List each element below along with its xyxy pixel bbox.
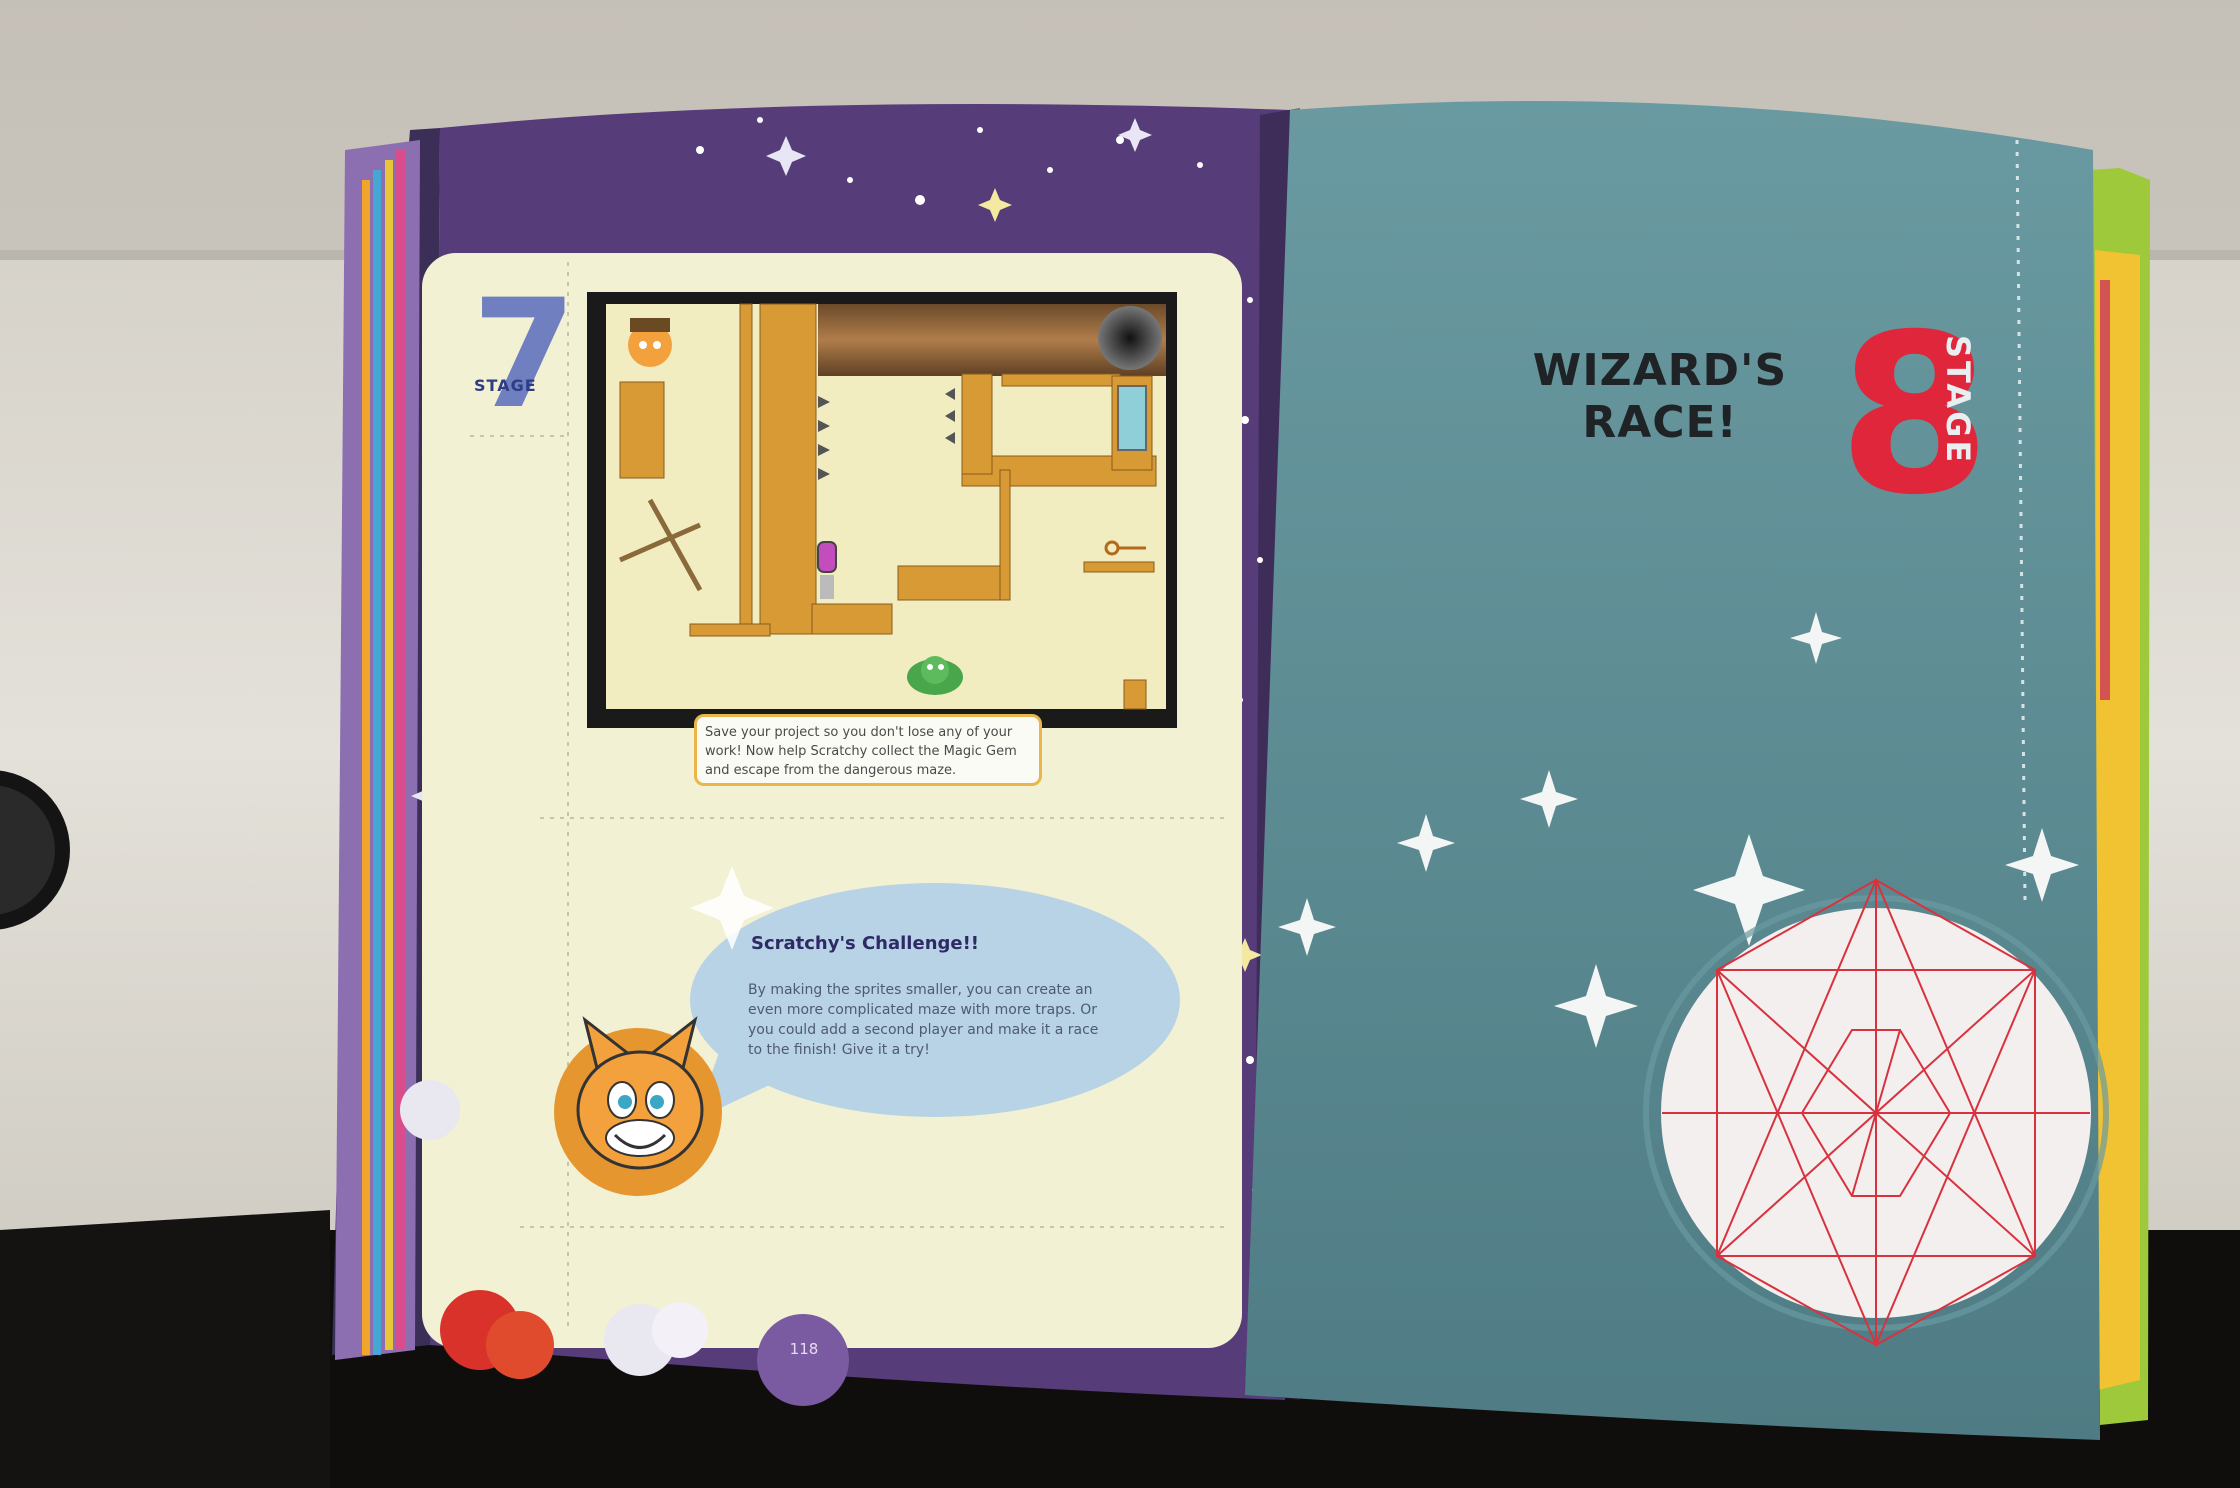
caption-line: work! Now help Scratchy collect the Magi… <box>705 744 1017 759</box>
chapter-title-line: WIZARD'S <box>1532 345 1788 396</box>
page-number-badge <box>757 1314 849 1406</box>
page-number: 118 <box>789 1340 819 1358</box>
chapter-title: WIZARD'S RACE! <box>1530 345 1790 449</box>
challenge-line: even more complicated maze with more tra… <box>748 1002 1098 1018</box>
chapter-title-line: RACE! <box>1582 397 1738 448</box>
stage-8-label: STAGE <box>1939 335 1977 466</box>
challenge-line: to the finish! Give it a try! <box>748 1042 930 1058</box>
challenge-title: Scratchy's Challenge!! <box>751 933 980 954</box>
challenge-line: you could add a second player and make i… <box>748 1022 1099 1038</box>
caption-line: Save your project so you don't lose any … <box>705 725 1013 740</box>
challenge-text: By making the sprites smaller, you can c… <box>748 980 1128 1060</box>
maze-game-screenshot <box>587 292 1177 728</box>
save-project-caption: Save your project so you don't lose any … <box>694 714 1042 786</box>
caption-line: and escape from the dangerous maze. <box>705 763 957 778</box>
photo-scene <box>0 0 2240 1488</box>
challenge-line: By making the sprites smaller, you can c… <box>748 982 1093 998</box>
stage-7-number: 7 <box>472 268 577 442</box>
stage-7-label: STAGE <box>474 376 537 395</box>
